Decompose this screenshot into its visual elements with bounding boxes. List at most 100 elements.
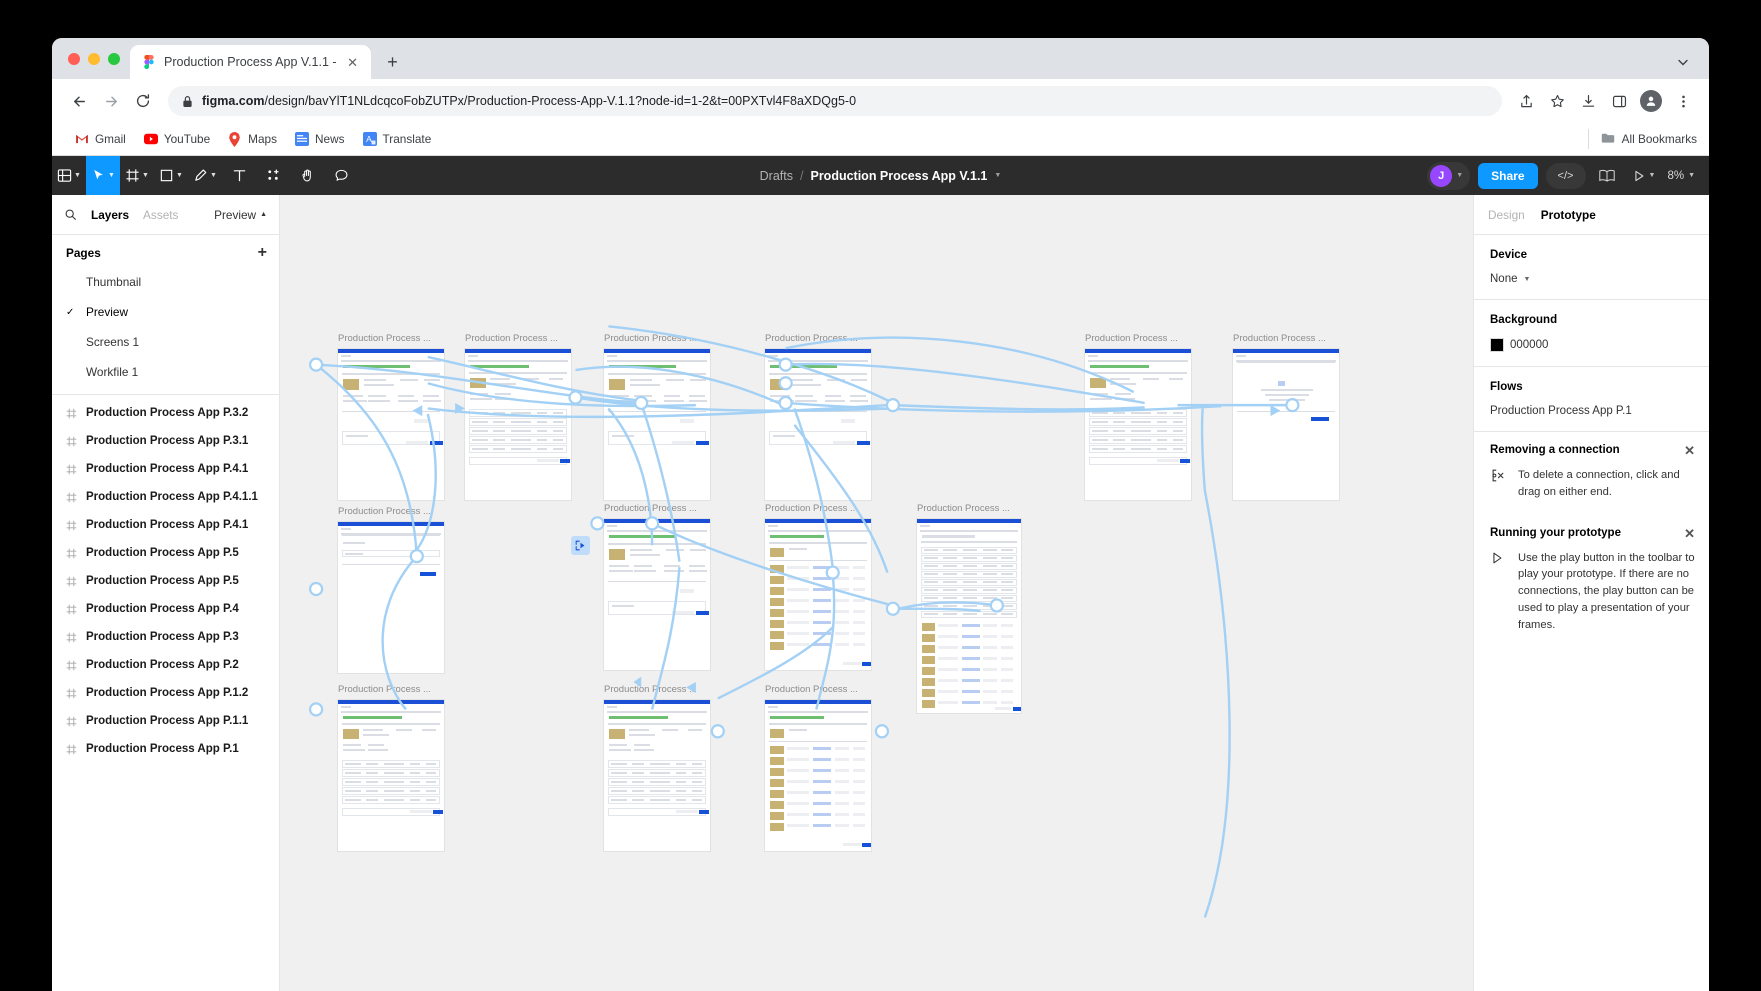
breadcrumb-file-name[interactable]: Production Process App V.1.1: [810, 169, 987, 183]
device-select[interactable]: None ▼: [1490, 273, 1695, 285]
page-item-workfile-1[interactable]: Workfile 1: [52, 357, 279, 387]
layer-row[interactable]: Production Process App P.4.1: [52, 455, 279, 483]
frame-tool-button[interactable]: ▼: [120, 156, 154, 195]
layer-row[interactable]: Production Process App P.2: [52, 651, 279, 679]
canvas-frame[interactable]: Production Process ...: [764, 503, 872, 671]
background-color-row[interactable]: 000000: [1490, 338, 1695, 352]
profile-avatar[interactable]: [1640, 90, 1662, 112]
canvas-frame[interactable]: Production Process ...: [916, 503, 1022, 714]
page-item-screens-1[interactable]: Screens 1: [52, 327, 279, 357]
flow-item[interactable]: Production Process App P.1: [1490, 405, 1695, 417]
mock-element: [366, 771, 378, 774]
canvas-frame[interactable]: Production Process ...: [337, 333, 445, 501]
page-item-preview[interactable]: ✓ Preview: [52, 297, 279, 327]
breadcrumb-parent[interactable]: Drafts: [760, 169, 793, 183]
tab-assets[interactable]: Assets: [143, 208, 178, 222]
all-bookmarks-button[interactable]: All Bookmarks: [1587, 129, 1697, 149]
text-tool-button[interactable]: [222, 156, 256, 195]
mock-element: [983, 573, 997, 575]
minimize-window-button[interactable]: [88, 52, 100, 65]
figma-canvas[interactable]: Production Process ... Production Process…: [280, 195, 1473, 991]
canvas-frame[interactable]: Production Process ...: [603, 333, 711, 501]
share-icon[interactable]: [1512, 87, 1540, 115]
shape-tool-button[interactable]: ▼: [154, 156, 188, 195]
forward-icon[interactable]: [96, 86, 126, 116]
downloads-icon[interactable]: [1574, 87, 1602, 115]
layer-row[interactable]: Production Process App P.4: [52, 595, 279, 623]
url-input[interactable]: figma.com/design/bavYlT1NLdcqcoFobZUTPx/…: [168, 86, 1502, 116]
layer-row[interactable]: Production Process App P.1.1: [52, 707, 279, 735]
flow-start-badge[interactable]: [571, 536, 590, 555]
tab-design[interactable]: Design: [1488, 208, 1525, 222]
mock-element: [609, 749, 631, 751]
mock-element: [1157, 459, 1179, 462]
layer-label: Production Process App P.5: [86, 547, 239, 559]
bookmark-star-icon[interactable]: [1543, 87, 1571, 115]
close-icon[interactable]: ✕: [1681, 527, 1695, 540]
chevron-down-icon[interactable]: ▼: [994, 172, 1001, 179]
layer-row[interactable]: Production Process App P.5: [52, 567, 279, 595]
resources-tool-button[interactable]: [256, 156, 290, 195]
canvas-frame[interactable]: Production Process ...: [603, 684, 711, 852]
canvas-frame[interactable]: Production Process ...: [337, 506, 445, 674]
page-item-thumbnail[interactable]: Thumbnail: [52, 267, 279, 297]
side-panel-icon[interactable]: [1605, 87, 1633, 115]
move-tool-button[interactable]: ▼: [86, 156, 120, 195]
canvas-frame[interactable]: Production Process ...: [764, 333, 872, 501]
search-icon[interactable]: [64, 208, 77, 221]
maximize-window-button[interactable]: [108, 52, 120, 65]
close-window-button[interactable]: [68, 52, 80, 65]
canvas-frame[interactable]: Production Process ...: [1232, 333, 1340, 501]
color-swatch[interactable]: [1490, 338, 1504, 352]
chrome-menu-icon[interactable]: [1669, 87, 1697, 115]
add-page-button[interactable]: +: [258, 245, 267, 261]
mock-element: [1311, 417, 1329, 421]
present-play-button[interactable]: ▼: [1628, 169, 1660, 183]
mock-element: [338, 522, 444, 526]
reload-icon[interactable]: [128, 86, 158, 116]
zoom-level-button[interactable]: 8% ▼: [1667, 170, 1699, 182]
current-user-chip[interactable]: J ▼: [1427, 161, 1471, 190]
preview-toggle[interactable]: Preview ▲: [214, 208, 267, 222]
layer-row[interactable]: Production Process App P.5: [52, 539, 279, 567]
canvas-frame[interactable]: Production Process ...: [1084, 333, 1192, 501]
bookmark-youtube[interactable]: YouTube: [135, 127, 219, 151]
hand-tool-button[interactable]: [290, 156, 324, 195]
tab-layers[interactable]: Layers: [91, 208, 129, 222]
bookmark-maps[interactable]: Maps: [219, 127, 286, 151]
comment-tool-button[interactable]: [324, 156, 358, 195]
canvas-frame[interactable]: Production Process ...: [337, 684, 445, 852]
mock-element: [1001, 624, 1013, 627]
bookmark-translate[interactable]: A Translate: [354, 127, 441, 151]
mock-element: [341, 528, 351, 530]
canvas-frame[interactable]: Production Process ...: [764, 684, 872, 852]
present-library-icon[interactable]: [1594, 168, 1620, 183]
new-tab-button[interactable]: +: [379, 48, 407, 76]
tab-prototype[interactable]: Prototype: [1541, 208, 1596, 222]
chevron-down-icon[interactable]: [1675, 54, 1691, 70]
dev-mode-toggle[interactable]: </>: [1545, 162, 1586, 189]
back-icon[interactable]: [64, 86, 94, 116]
bookmark-gmail[interactable]: Gmail: [66, 127, 135, 151]
share-button[interactable]: Share: [1478, 162, 1538, 189]
close-icon[interactable]: ✕: [1681, 444, 1695, 457]
layer-row[interactable]: Production Process App P.1: [52, 735, 279, 763]
mock-element: [917, 519, 1021, 523]
close-icon[interactable]: ✕: [345, 54, 361, 70]
canvas-frame[interactable]: Production Process ...: [464, 333, 572, 501]
layer-row[interactable]: Production Process App P.3.2: [52, 399, 279, 427]
main-menu-button[interactable]: ▼: [52, 156, 86, 195]
layer-row[interactable]: Production Process App P.1.2: [52, 679, 279, 707]
mock-element: [770, 757, 784, 765]
mock-element: [666, 549, 684, 551]
browser-tab[interactable]: Production Process App V.1.1 - ✕: [130, 45, 371, 79]
layer-row[interactable]: Production Process App P.3.1: [52, 427, 279, 455]
pen-tool-button[interactable]: ▼: [188, 156, 222, 195]
layer-row[interactable]: Production Process App P.4.1: [52, 511, 279, 539]
layer-row[interactable]: Production Process App P.3: [52, 623, 279, 651]
layer-row[interactable]: Production Process App P.4.1.1: [52, 483, 279, 511]
mock-element: [553, 438, 563, 441]
canvas-frame[interactable]: Production Process ...: [603, 503, 711, 671]
mock-element: [511, 420, 531, 423]
bookmark-news[interactable]: News: [286, 127, 354, 151]
